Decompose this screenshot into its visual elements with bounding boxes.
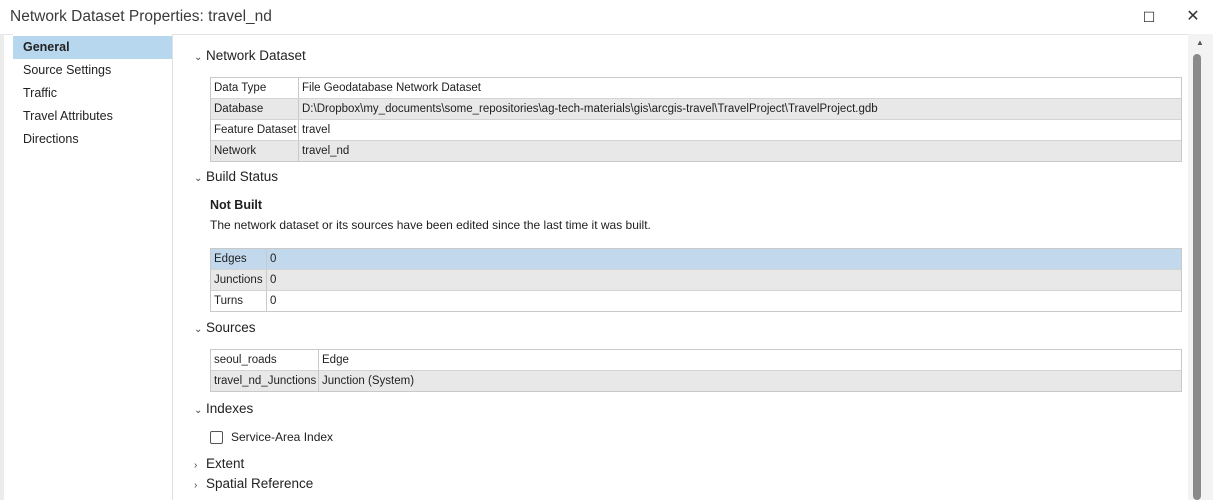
row-key: Edges xyxy=(211,249,267,269)
chevron-down-icon: ⌄ xyxy=(194,405,203,416)
table-row[interactable]: Network travel_nd xyxy=(211,141,1181,161)
checkbox-label: Service-Area Index xyxy=(231,430,334,444)
row-key: Feature Dataset xyxy=(211,120,299,140)
background-window-edge xyxy=(0,34,4,500)
chevron-right-icon: › xyxy=(194,460,198,471)
row-value: D:\Dropbox\my_documents\some_repositorie… xyxy=(302,103,878,115)
row-value: 0 xyxy=(270,295,277,307)
row-value: Junction (System) xyxy=(322,375,415,387)
row-value: File Geodatabase Network Dataset xyxy=(302,82,481,94)
row-key: Database xyxy=(211,99,299,119)
table-row[interactable]: seoul_roads Edge xyxy=(211,350,1181,371)
row-key: seoul_roads xyxy=(211,350,319,370)
row-key: Data Type xyxy=(211,78,299,98)
chevron-down-icon: ⌄ xyxy=(194,173,203,184)
table-row[interactable]: Data Type File Geodatabase Network Datas… xyxy=(211,78,1181,99)
chevron-down-icon: ⌄ xyxy=(194,324,203,335)
section-title: Indexes xyxy=(206,401,254,416)
section-build-status-header[interactable]: ⌄ Build Status xyxy=(194,169,278,184)
section-network-dataset-header[interactable]: ⌄ Network Dataset xyxy=(194,48,306,63)
section-indexes-header[interactable]: ⌄ Indexes xyxy=(194,401,253,416)
sidebar-item-traffic[interactable]: Traffic xyxy=(13,82,172,105)
table-row[interactable]: Edges 0 xyxy=(211,249,1181,270)
section-title: Sources xyxy=(206,320,256,335)
scroll-up-icon[interactable]: ▲ xyxy=(1196,38,1204,47)
close-icon[interactable]: ✕ xyxy=(1182,6,1204,28)
row-value: 0 xyxy=(270,274,277,286)
sources-table: seoul_roads Edge travel_nd_Junctions Jun… xyxy=(210,349,1182,392)
service-area-index-option[interactable]: Service-Area Index xyxy=(210,430,333,444)
build-counts-table: Edges 0 Junctions 0 Turns 0 xyxy=(210,248,1182,312)
row-value: 0 xyxy=(270,253,277,265)
network-dataset-table: Data Type File Geodatabase Network Datas… xyxy=(210,77,1182,162)
row-key: travel_nd_Junctions xyxy=(211,371,319,391)
general-panel: ⌄ Network Dataset Data Type File Geodatab… xyxy=(180,34,1186,500)
row-key: Turns xyxy=(211,291,267,311)
service-area-index-checkbox[interactable] xyxy=(210,430,223,444)
sidebar-nav: General Source Settings Traffic Travel A… xyxy=(13,34,173,500)
row-value: travel_nd xyxy=(302,145,350,157)
scrollbar-thumb[interactable] xyxy=(1193,54,1201,500)
chevron-right-icon: › xyxy=(194,480,198,491)
chevron-down-icon: ⌄ xyxy=(194,52,203,63)
window-title: Network Dataset Properties: travel_nd xyxy=(10,8,272,25)
section-title: Extent xyxy=(206,456,245,471)
build-status-value: Not Built xyxy=(210,198,263,212)
table-row[interactable]: Turns 0 xyxy=(211,291,1181,311)
section-spatial-reference-header[interactable]: › Spatial Reference xyxy=(194,476,313,491)
section-title: Spatial Reference xyxy=(206,476,314,491)
maximize-icon[interactable]: ☐ xyxy=(1138,6,1160,28)
table-row[interactable]: Feature Dataset travel xyxy=(211,120,1181,141)
build-status-description: The network dataset or its sources have … xyxy=(210,218,651,232)
sidebar-item-source-settings[interactable]: Source Settings xyxy=(13,59,172,82)
row-value: travel xyxy=(302,124,331,136)
table-row[interactable]: travel_nd_Junctions Junction (System) xyxy=(211,371,1181,391)
row-key: Junctions xyxy=(211,270,267,290)
sidebar-item-directions[interactable]: Directions xyxy=(13,128,172,151)
section-title: Build Status xyxy=(206,169,279,184)
vertical-scrollbar[interactable]: ▲ xyxy=(1188,34,1213,500)
row-value: Edge xyxy=(322,354,349,366)
section-sources-header[interactable]: ⌄ Sources xyxy=(194,320,256,335)
title-bar: Network Dataset Properties: travel_nd ☐ … xyxy=(0,0,1213,35)
sidebar-item-travel-attributes[interactable]: Travel Attributes xyxy=(13,105,172,128)
table-row[interactable]: Junctions 0 xyxy=(211,270,1181,291)
sidebar-item-general[interactable]: General xyxy=(13,36,172,59)
section-title: Network Dataset xyxy=(206,48,306,63)
row-key: Network xyxy=(211,141,299,161)
table-row[interactable]: Database D:\Dropbox\my_documents\some_re… xyxy=(211,99,1181,120)
section-extent-header[interactable]: › Extent xyxy=(194,456,244,471)
